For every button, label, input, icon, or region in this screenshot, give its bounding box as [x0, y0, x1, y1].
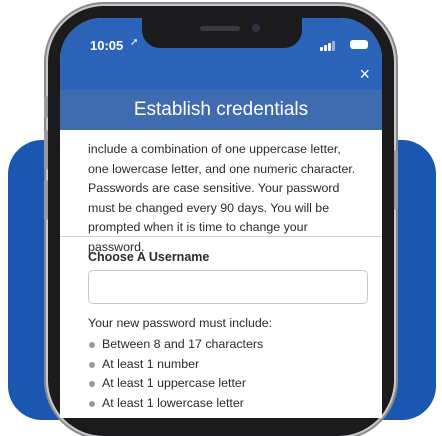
password-policy-text: include a combination of one uppercase l… — [88, 142, 356, 254]
phone-power-button — [394, 150, 398, 210]
status-time: 10:05 — [90, 38, 124, 53]
requirement-item: Between 8 and 17 characters — [88, 335, 263, 355]
password-requirements-list: Between 8 and 17 characters At least 1 n… — [88, 335, 263, 413]
phone-volume-up-button — [44, 130, 48, 170]
front-camera — [252, 24, 260, 32]
close-button[interactable]: × — [359, 64, 370, 85]
battery-icon — [350, 40, 368, 49]
status-bar: 10:05 ➚ — [60, 18, 382, 62]
requirement-item: At least 1 number — [88, 355, 263, 375]
password-requirements-title: Your new password must include: — [88, 316, 273, 330]
phone-screen: 10:05 ➚ × Establish credentials include … — [60, 18, 382, 418]
speaker — [200, 26, 240, 31]
notch — [142, 18, 302, 48]
requirement-item: At least 1 lowercase letter — [88, 394, 263, 414]
modal-content[interactable]: include a combination of one uppercase l… — [60, 130, 382, 418]
username-input[interactable] — [88, 270, 368, 304]
phone-side-button — [44, 96, 48, 118]
location-arrow-icon: ➚ — [130, 37, 139, 48]
modal-title: Establish credentials — [60, 90, 382, 130]
signal-icon — [320, 40, 338, 51]
username-label: Choose A Username — [88, 250, 210, 264]
phone-volume-down-button — [44, 180, 48, 220]
divider — [60, 236, 382, 237]
modal-top-bar: × — [60, 62, 382, 90]
requirement-item: At least 1 uppercase letter — [88, 374, 263, 394]
